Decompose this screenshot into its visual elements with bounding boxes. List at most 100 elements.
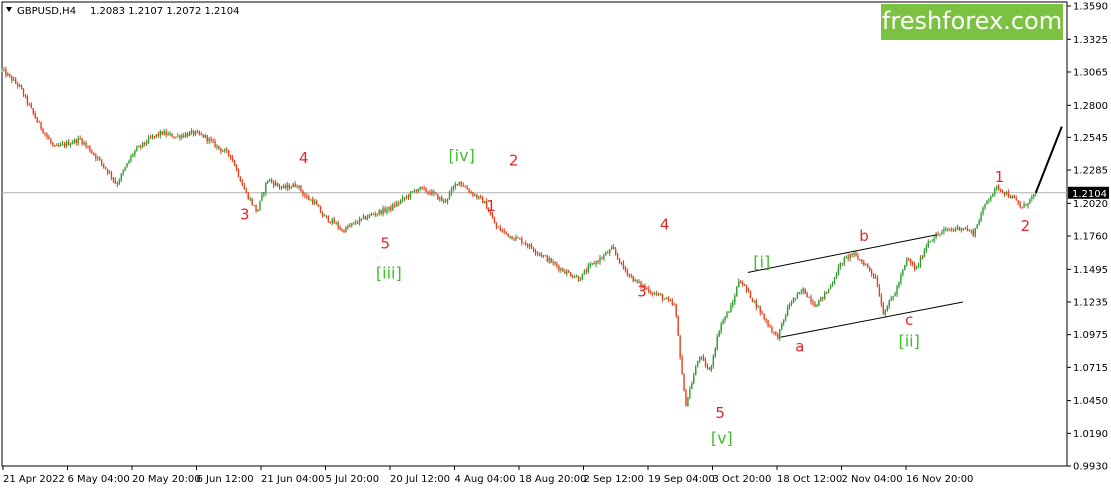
candle-body [712, 356, 715, 367]
candle-body [597, 261, 599, 263]
candle-body [329, 221, 332, 223]
candle-body [673, 304, 675, 306]
candle-body [249, 199, 251, 201]
candle-body [122, 170, 124, 174]
candle-body [562, 268, 564, 272]
candle-body [425, 188, 427, 192]
symbol-label: GBPUSD,H4 [17, 6, 76, 17]
candle-body [394, 204, 396, 207]
candle-body [370, 214, 373, 216]
candle-body [593, 263, 595, 265]
candle-body [679, 335, 681, 358]
candle-body [718, 331, 720, 337]
candle-body [59, 144, 62, 146]
wave-label: [i] [753, 252, 770, 271]
candle-body [245, 189, 247, 193]
candle-body [30, 104, 33, 109]
candle-body [835, 274, 838, 279]
candle-body [411, 191, 414, 193]
candle-body [663, 298, 666, 300]
candle-body [624, 267, 627, 271]
candle-body [380, 210, 382, 214]
candle-body [421, 186, 423, 188]
candle-body [456, 184, 459, 186]
candle-body [224, 149, 226, 151]
candle-body [775, 332, 777, 335]
candle-body [233, 160, 236, 166]
candle-body [302, 191, 304, 195]
price-chart[interactable]: GBPUSD,H4 1.2083 1.2107 1.2072 1.2104 fr… [0, 0, 1111, 492]
candle-body [534, 250, 537, 253]
candle-body [14, 79, 17, 84]
candle-body [341, 229, 343, 231]
candle-body [65, 141, 68, 147]
candle-body [845, 256, 847, 258]
candle-body [964, 228, 967, 230]
candle-body [974, 228, 976, 236]
candle-body [700, 356, 703, 358]
candle-body [116, 183, 118, 185]
candle-body [796, 293, 799, 299]
candle-body [569, 272, 572, 277]
candle-body [798, 292, 801, 294]
candle-body [161, 131, 163, 135]
candle-body [941, 231, 943, 234]
candle-body [781, 323, 783, 330]
candle-body [968, 230, 971, 232]
candle-body [351, 223, 353, 226]
candle-body [478, 196, 480, 198]
candle-body [472, 192, 474, 196]
price-tick-label: 1.1760 [1073, 232, 1108, 243]
candle-body [499, 227, 502, 231]
candle-body [355, 222, 357, 224]
candle-body [931, 240, 933, 242]
candle-body [188, 132, 191, 136]
candle-body [235, 165, 238, 170]
candle-body [403, 197, 406, 199]
candle-body [851, 253, 853, 255]
candle-body [706, 366, 709, 369]
chart-menu-icon[interactable] [6, 7, 12, 12]
time-tick-label: 20 Jul 12:00 [390, 474, 450, 485]
candle-body [677, 316, 679, 336]
candle-body [870, 270, 873, 274]
candle-body [190, 130, 193, 133]
candle-body [474, 194, 476, 196]
candle-body [900, 275, 902, 283]
candle-body [728, 312, 730, 314]
candle-body [278, 185, 281, 188]
candle-body [786, 307, 789, 316]
candle-body [933, 238, 935, 241]
candle-body [171, 133, 173, 138]
wave-label: 4 [660, 216, 670, 234]
candle-body [183, 135, 185, 137]
candle-body [667, 298, 670, 300]
price-tick-label: 1.3065 [1073, 67, 1108, 78]
candle-body [794, 298, 797, 300]
wave-label: 5 [381, 235, 391, 253]
candle-body [659, 293, 662, 295]
candle-body [923, 250, 926, 258]
candle-body [220, 148, 222, 152]
time-tick-label: 6 May 04:00 [68, 474, 130, 485]
candle-body [20, 85, 23, 90]
candle-body [284, 185, 287, 188]
candle-body [908, 259, 910, 261]
candle-body [272, 181, 275, 186]
candle-body [54, 145, 56, 147]
candle-body [198, 132, 201, 135]
candle-body [612, 246, 615, 250]
wave-label: [v] [711, 428, 733, 447]
candle-body [247, 192, 249, 200]
candle-body [890, 298, 892, 301]
price-tick-label: 1.3325 [1073, 35, 1108, 46]
candle-body [417, 188, 419, 192]
candle-body [902, 270, 904, 276]
candle-body [26, 96, 29, 104]
candle-body [792, 298, 795, 303]
candle-body [605, 252, 607, 256]
candle-body [331, 219, 333, 223]
candle-body [353, 222, 355, 224]
candle-body [894, 294, 896, 297]
candle-body [915, 267, 918, 270]
